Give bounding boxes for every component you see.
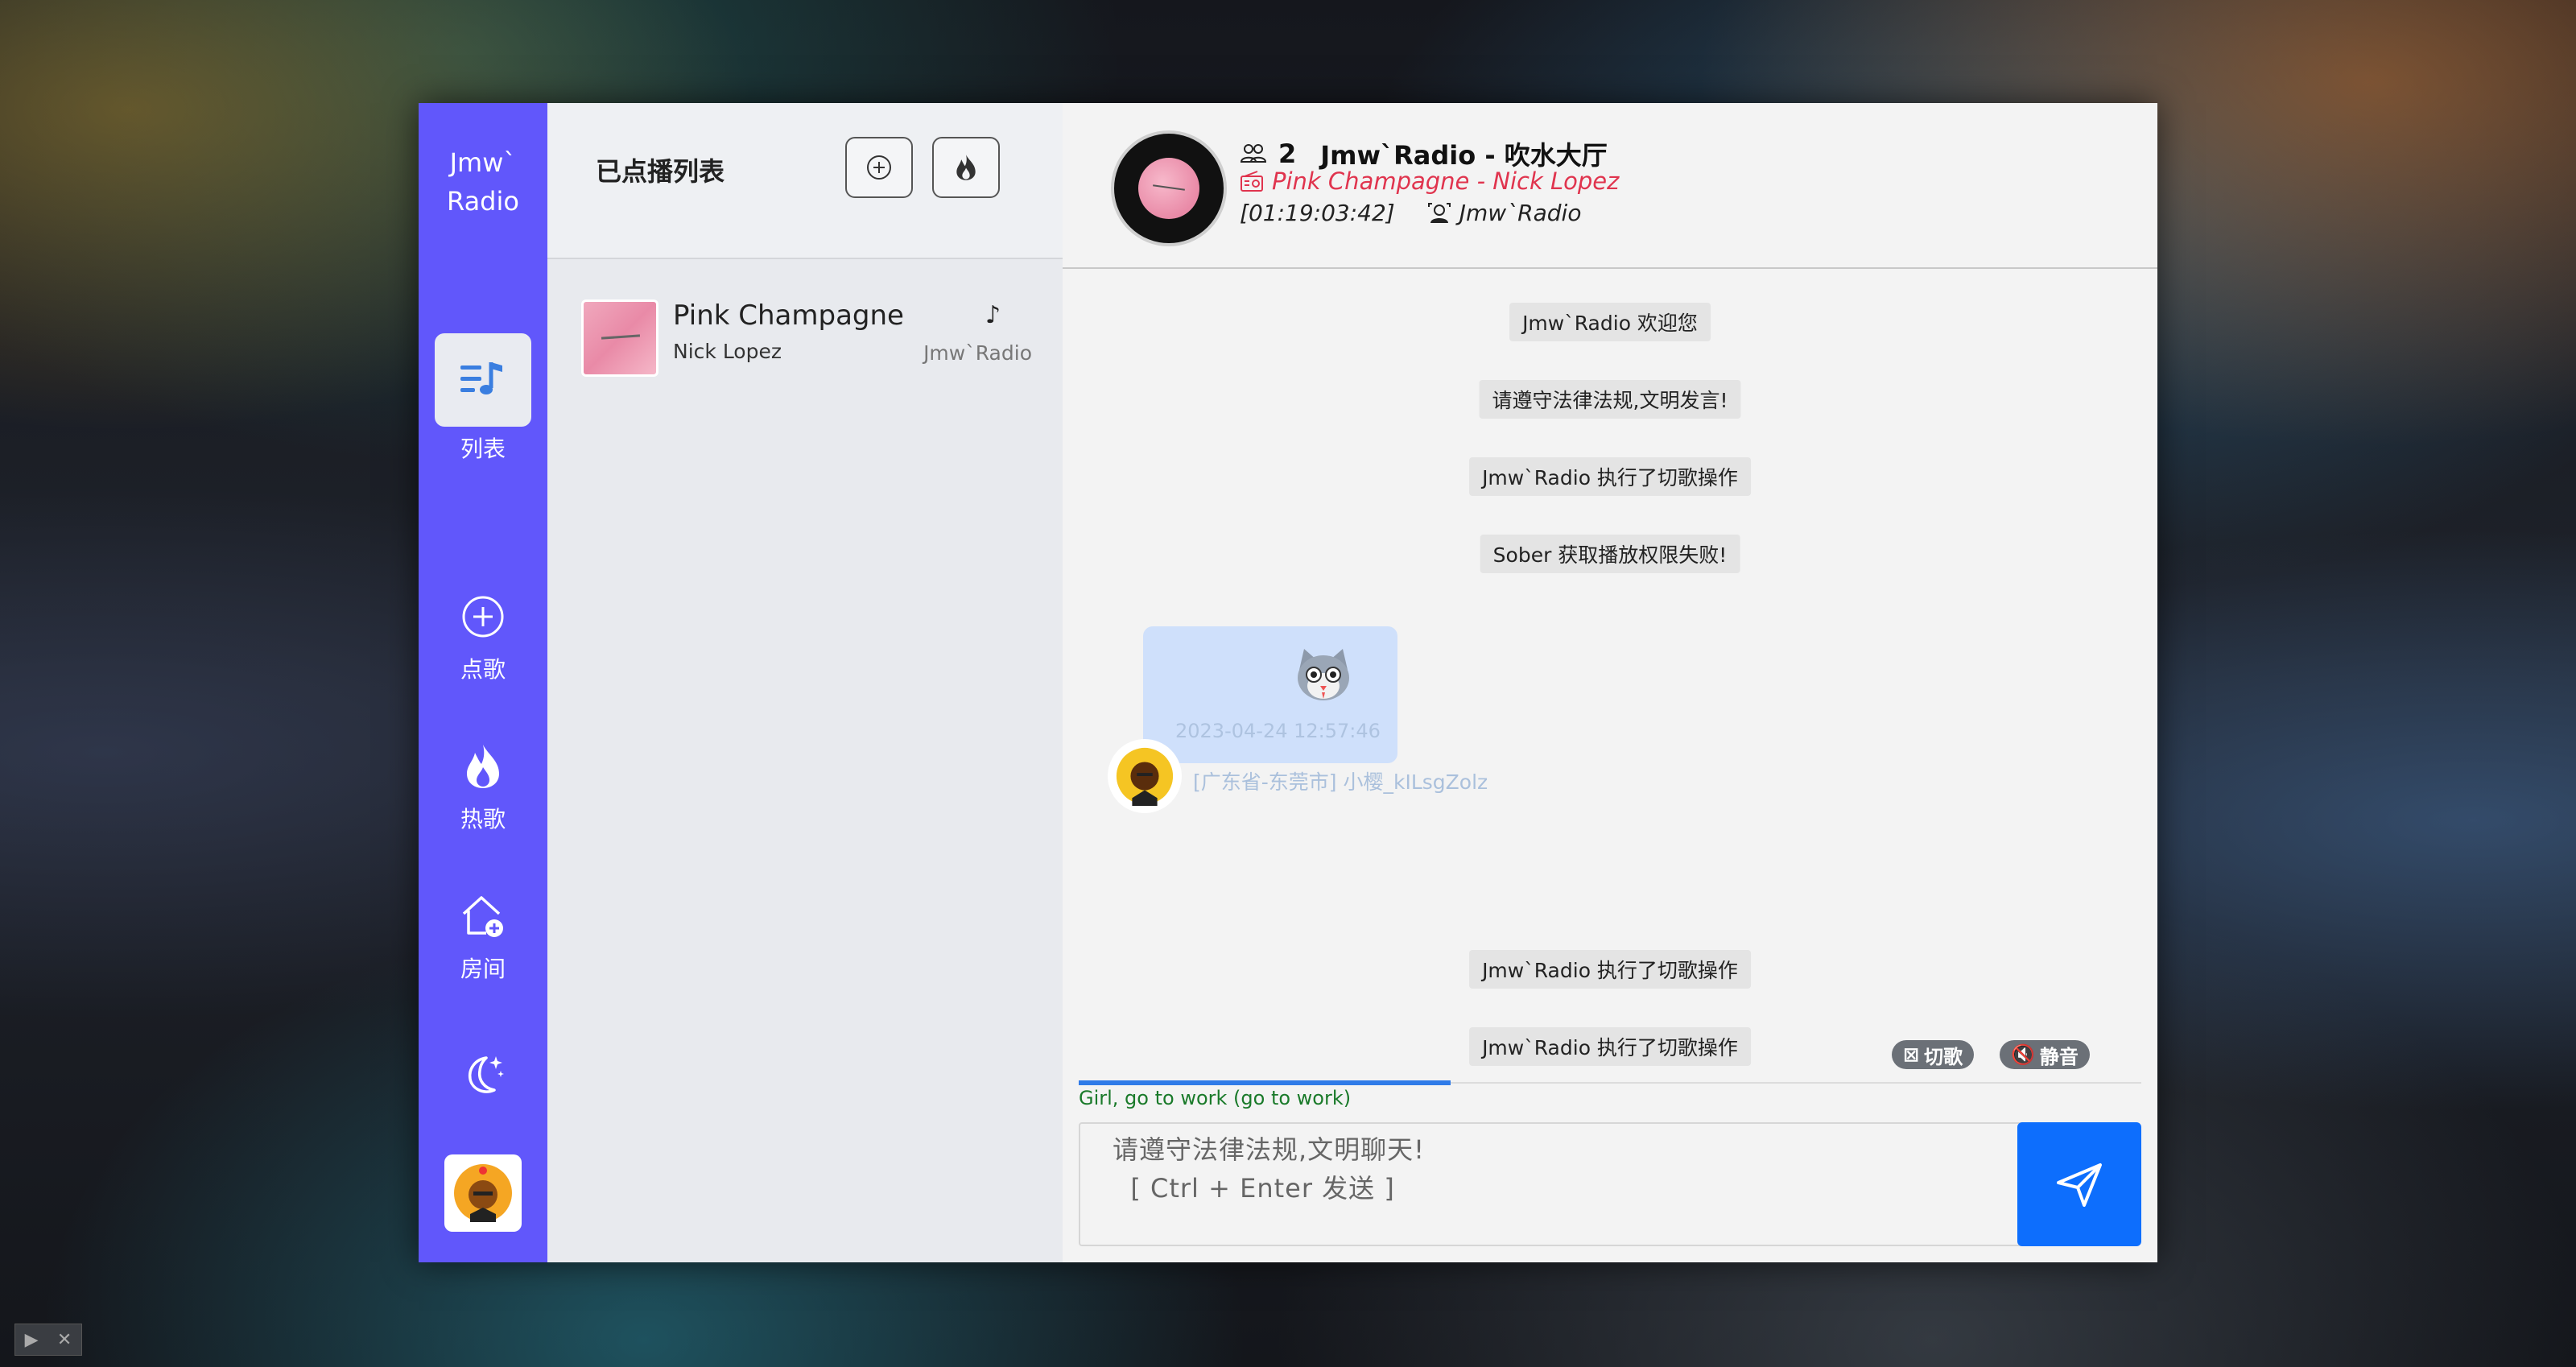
add-circle-icon[interactable] — [435, 586, 531, 647]
message-sender[interactable]: [广东省-东莞市] 小樱_kILsgZolz — [1193, 766, 1488, 795]
room-owner: Jmw`Radio — [1427, 200, 1582, 226]
playlist-header: 已点播列表 — [547, 103, 1063, 259]
song-artist: Nick Lopez — [673, 340, 782, 363]
song-title: Pink Champagne — [673, 299, 904, 332]
moon-stars-icon[interactable] — [451, 1042, 515, 1106]
add-circle-icon — [867, 155, 891, 180]
online-count: 2 — [1278, 138, 1297, 169]
playlist-title: 已点播列表 — [596, 156, 725, 187]
time-total: 03:42 — [1321, 200, 1386, 226]
progress-fill — [1079, 1080, 1451, 1085]
sidebar-item-label: 热歌 — [460, 806, 506, 832]
fire-icon — [956, 155, 976, 180]
vinyl-disc — [1111, 130, 1227, 246]
system-message: Sober 获取播放权限失败! — [1480, 535, 1740, 573]
playlist-icon[interactable] — [435, 333, 531, 427]
radio-app-window: Jmw` Radio 列表 点歌 热歌 房间 已点播列表 Pink Champa… — [419, 103, 2157, 1262]
progress-bar[interactable] — [1079, 1080, 2141, 1085]
now-playing-header: 2 Jmw`Radio - 吹水大厅 Pink Champagne - Nick… — [1063, 103, 2157, 269]
chat-input-placeholder: 请遵守法律法规,文明聊天! [ Ctrl + Enter 发送 ] — [1113, 1134, 1426, 1204]
host-icon — [1427, 202, 1451, 223]
album-cover — [581, 299, 658, 377]
chat-input[interactable]: 请遵守法律法规,文明聊天! [ Ctrl + Enter 发送 ] — [1079, 1122, 2024, 1246]
users-icon — [1240, 144, 1267, 163]
time-bracket-open: [ — [1240, 200, 1249, 226]
brand-logo-text: Jmw` Radio — [447, 147, 519, 217]
radio-icon — [1241, 171, 1263, 192]
sidebar: Jmw` Radio 列表 点歌 热歌 房间 — [419, 103, 547, 1262]
mute-icon: 🔇 — [2011, 1043, 2035, 1066]
mute-button[interactable]: 🔇 静音 — [2000, 1040, 2090, 1069]
time-separator: : — [1313, 200, 1322, 226]
playlist-panel: 已点播列表 Pink Champagne Nick Lopez ♪ Jmw`Ra… — [547, 103, 1063, 1262]
send-icon — [2057, 1163, 2102, 1207]
sidebar-item-label: 房间 — [460, 956, 506, 982]
sidebar-item-label: 点歌 — [460, 656, 506, 683]
chat-panel: 2 Jmw`Radio - 吹水大厅 Pink Champagne - Nick… — [1063, 103, 2157, 1262]
now-playing-text: Pink Champagne - Nick Lopez — [1272, 167, 1620, 195]
owner-name: Jmw`Radio — [1459, 200, 1582, 226]
system-message: Jmw`Radio 执行了切歌操作 — [1469, 457, 1751, 496]
sidebar-item-list[interactable]: 列表 — [435, 333, 531, 464]
system-message: 请遵守法律法规,文明发言! — [1479, 380, 1741, 419]
now-playing: Pink Champagne - Nick Lopez — [1240, 167, 1619, 195]
playback-time: [01:19 : 03:42] Jmw`Radio — [1240, 200, 1581, 226]
time-current: 01:19 — [1248, 200, 1314, 226]
sidebar-item-room[interactable]: 房间 — [435, 886, 531, 984]
avatar[interactable] — [1108, 739, 1182, 813]
disc-cover — [1138, 158, 1199, 219]
list-item[interactable]: Pink Champagne Nick Lopez ♪ Jmw`Radio — [581, 299, 1032, 380]
system-message: Jmw`Radio 执行了切歌操作 — [1469, 950, 1751, 989]
user-avatar-icon[interactable] — [444, 1154, 522, 1232]
cat-sticker-icon — [1293, 646, 1354, 707]
fire-icon[interactable] — [435, 736, 531, 797]
requested-by: Jmw`Radio — [923, 341, 1032, 365]
skip-song-button[interactable]: ⊠ 切歌 — [1892, 1040, 1975, 1069]
music-note-icon: ♪ — [985, 301, 1001, 329]
home-add-icon[interactable] — [435, 886, 531, 947]
system-message: Jmw`Radio 欢迎您 — [1509, 303, 1711, 341]
close-icon[interactable]: ✕ — [57, 1330, 72, 1350]
play-icon[interactable]: ▶ — [25, 1330, 39, 1350]
mute-label: 静音 — [2039, 1045, 2079, 1068]
sidebar-item-label: 列表 — [460, 436, 506, 462]
send-button[interactable] — [2017, 1122, 2141, 1246]
hot-songs-button[interactable] — [932, 137, 1000, 198]
message-time: 2023-04-24 12:57:46 — [1175, 720, 1381, 742]
sidebar-item-request[interactable]: 点歌 — [435, 586, 531, 684]
chat-bubble: 2023-04-24 12:57:46 — [1143, 626, 1397, 763]
system-message: Jmw`Radio 执行了切歌操作 — [1469, 1027, 1751, 1066]
media-overlay-controls[interactable]: ▶ ✕ — [14, 1324, 82, 1356]
sidebar-item-hot[interactable]: 热歌 — [435, 736, 531, 834]
skip-icon: ⊠ — [1903, 1043, 1920, 1066]
add-song-button[interactable] — [845, 137, 913, 198]
current-lyric: Girl, go to work (go to work) — [1079, 1087, 1352, 1109]
time-bracket-close: ] — [1385, 200, 1395, 226]
skip-label: 切歌 — [1924, 1045, 1963, 1068]
